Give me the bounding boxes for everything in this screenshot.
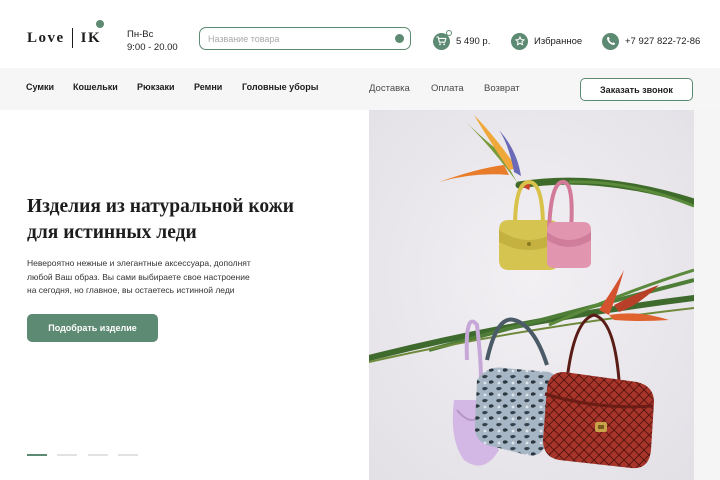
hero-title: Изделия из натуральной кожи для истинных… xyxy=(27,194,347,246)
side-panel xyxy=(694,110,720,480)
phone-icon xyxy=(602,32,619,50)
hero-description-line: любой Ваш образ. Вы сами выбираете свое … xyxy=(27,271,250,282)
favorites-link[interactable]: Избранное xyxy=(511,32,582,50)
nav-link-payment[interactable]: Оплата xyxy=(431,83,464,94)
hero-title-line: для истинных леди xyxy=(27,222,197,243)
logo-text-right: IK xyxy=(80,29,102,46)
hero-image xyxy=(369,110,694,480)
nav-item-backpacks[interactable]: Рюкзаки xyxy=(137,82,175,92)
logo-divider xyxy=(71,28,73,48)
search-icon[interactable] xyxy=(395,34,404,43)
logo[interactable]: Love IK xyxy=(27,28,101,48)
site-header: Love IK Пн-Вс 9:00 - 20.00 5 490 р. Избр… xyxy=(0,0,720,68)
nav-item-belts[interactable]: Ремни xyxy=(194,82,222,92)
hero-title-line: Изделия из натуральной кожи xyxy=(27,196,295,217)
logo-dot-icon xyxy=(96,20,104,28)
nav-link-returns[interactable]: Возврат xyxy=(484,83,520,94)
hero-description-line: на сегодня, но главное, вы остаетесь ист… xyxy=(27,285,235,295)
handbags-illustration xyxy=(369,110,694,480)
nav-link-delivery[interactable]: Доставка xyxy=(369,83,410,94)
slider-dot[interactable] xyxy=(118,454,138,456)
cart-icon xyxy=(433,29,452,50)
cart-badge xyxy=(446,29,452,36)
cart-total: 5 490 р. xyxy=(456,35,491,47)
request-call-button[interactable]: Заказать звонок xyxy=(580,78,693,101)
slider-dot[interactable] xyxy=(57,454,77,456)
hero-description: Невероятно нежные и элегантные аксессуар… xyxy=(27,257,277,298)
nav-item-hats[interactable]: Головные уборы xyxy=(242,82,318,92)
choose-product-button[interactable]: Подобрать изделие xyxy=(27,314,158,342)
cart-link[interactable]: 5 490 р. xyxy=(433,29,491,50)
logo-text-left: Love xyxy=(27,29,65,46)
working-hours: Пн-Вс 9:00 - 20.00 xyxy=(127,28,178,54)
nav-item-bags[interactable]: Сумки xyxy=(26,82,54,92)
search-input[interactable] xyxy=(208,31,388,46)
phone-link[interactable]: +7 927 822-72-86 xyxy=(602,32,700,50)
star-icon xyxy=(511,32,528,50)
slider-dot[interactable] xyxy=(27,454,47,456)
working-time: 9:00 - 20.00 xyxy=(127,42,178,53)
search-box xyxy=(199,27,411,50)
favorites-label: Избранное xyxy=(534,35,583,47)
phone-number: +7 927 822-72-86 xyxy=(625,35,701,47)
hero-description-line: Невероятно нежные и элегантные аксессуар… xyxy=(27,258,251,268)
slider-dot[interactable] xyxy=(88,454,108,456)
nav-item-wallets[interactable]: Кошельки xyxy=(73,82,118,92)
working-days: Пн-Вс xyxy=(127,29,154,40)
